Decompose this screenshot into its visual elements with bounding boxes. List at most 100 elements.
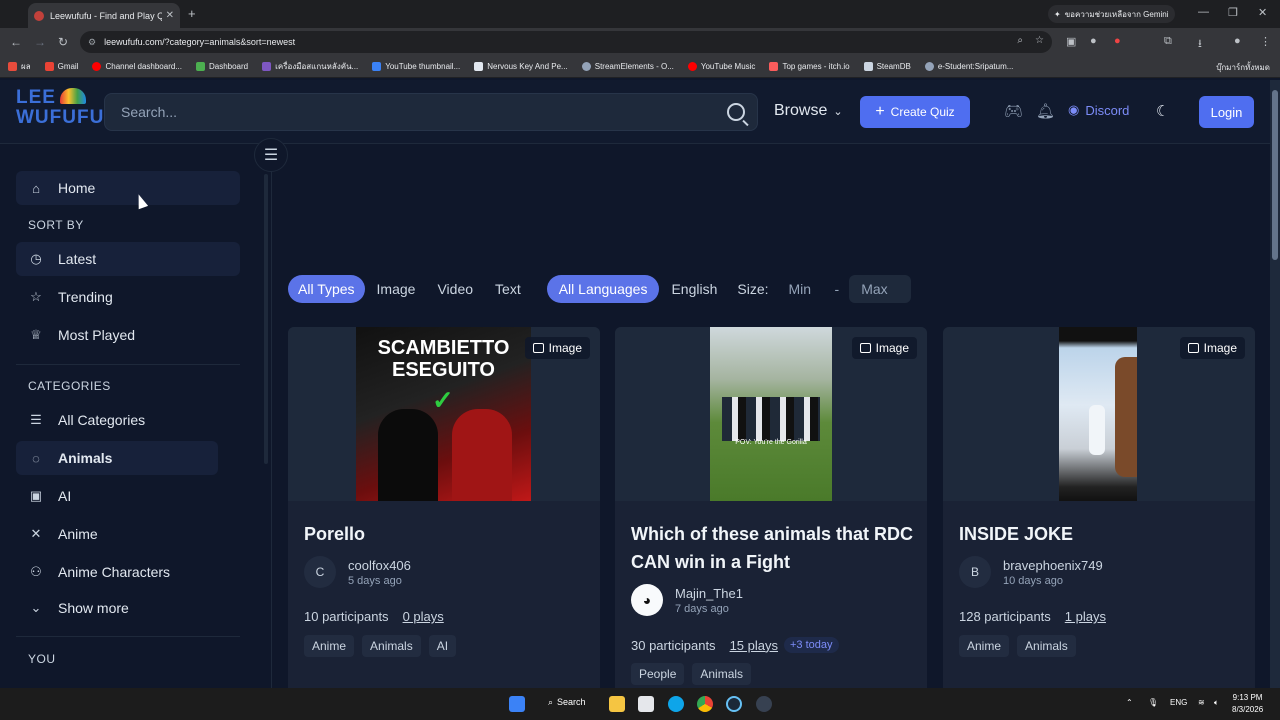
bookmark-item[interactable]: เครื่องมือสแกนหลังคัน...	[262, 60, 358, 73]
bell-icon[interactable]: 🔔︎	[1036, 102, 1055, 120]
browser-tab[interactable]: Leewufufu - Find and Play Qui... ✕	[28, 3, 180, 28]
sidebar-item-trending[interactable]: ☆ Trending	[16, 280, 240, 314]
zoom-icon[interactable]: ⌕	[1017, 35, 1023, 46]
extension-icon[interactable]: ●	[1114, 35, 1121, 47]
browse-dropdown[interactable]: Browse ⌄	[774, 102, 843, 120]
filter-image[interactable]: Image	[367, 275, 426, 303]
filter-video[interactable]: Video	[427, 275, 483, 303]
wifi-icon[interactable]: ≋	[1198, 698, 1205, 707]
sidebar-item-animals[interactable]: ◌ Animals	[16, 441, 218, 475]
site-info-icon[interactable]: ⚙	[88, 37, 96, 48]
quiz-card[interactable]: Image INSIDE JOKE B bravephoenix749 10 d…	[943, 327, 1255, 688]
plays-link[interactable]: 1 plays	[1065, 609, 1106, 624]
extension-icon[interactable]: ●	[1090, 35, 1097, 47]
bookmark-item[interactable]: SteamDB	[863, 62, 911, 71]
tag[interactable]: Animals	[692, 663, 752, 685]
store-icon[interactable]	[638, 696, 654, 712]
app-icon[interactable]	[756, 696, 772, 712]
tag[interactable]: Anime	[304, 635, 355, 657]
back-icon[interactable]: ←	[10, 35, 22, 49]
create-quiz-button[interactable]: + Create Quiz	[860, 96, 970, 128]
filter-text[interactable]: Text	[485, 275, 531, 303]
quiz-title[interactable]: INSIDE JOKE	[959, 520, 1244, 548]
moon-icon[interactable]: ☾	[1156, 102, 1169, 120]
tag[interactable]: AI	[428, 635, 457, 657]
edge-icon[interactable]	[668, 696, 684, 712]
language-indicator[interactable]: ENG	[1170, 698, 1187, 707]
forward-icon[interactable]: →	[34, 35, 46, 49]
microphone-icon[interactable]: 🎙︎	[1148, 698, 1158, 707]
quiz-author[interactable]: B bravephoenix749 10 days ago	[959, 556, 1103, 588]
page-scrollbar[interactable]	[1270, 80, 1280, 688]
bookmark-item[interactable]: ผล	[8, 60, 31, 73]
quiz-card[interactable]: POV: You're the Gorilla Image Which of t…	[615, 327, 927, 688]
tag[interactable]: Animals	[362, 635, 421, 657]
bookmark-item[interactable]: YouTube Music	[687, 62, 755, 71]
steam-icon[interactable]	[726, 696, 742, 712]
extension-icon[interactable]: ▣	[1066, 35, 1076, 48]
url-bar[interactable]: ⚙ leewufufu.com/?category=animals&sort=n…	[80, 31, 1052, 53]
tray-chevron-icon[interactable]: ⌃	[1126, 698, 1133, 707]
restore-icon[interactable]: ❐	[1228, 6, 1238, 19]
extensions-puzzle-icon[interactable]: ⧉	[1164, 35, 1172, 48]
gemini-button[interactable]: ✦ ขอความช่วยเหลือจาก Gemini	[1048, 5, 1175, 23]
download-icon[interactable]: ⭳	[1198, 35, 1202, 54]
quiz-thumbnail[interactable]: Image	[943, 327, 1255, 501]
sidebar-item-latest[interactable]: ◷ Latest	[16, 242, 240, 276]
volume-icon[interactable]: 🔈︎	[1214, 698, 1219, 708]
close-tab-icon[interactable]: ✕	[166, 10, 174, 21]
quiz-title[interactable]: Which of these animals that RDC CAN win …	[631, 520, 916, 576]
toggle-sidebar-button[interactable]: ☰	[254, 138, 288, 172]
tag[interactable]: Animals	[1017, 635, 1076, 657]
file-explorer-icon[interactable]	[609, 696, 625, 712]
search-icon[interactable]	[727, 103, 745, 121]
quiz-title[interactable]: Porello	[304, 520, 589, 548]
site-logo[interactable]: LEE WUFUFU	[16, 88, 103, 132]
bookmark-star-icon[interactable]: ☆	[1035, 35, 1044, 46]
bookmark-item[interactable]: YouTube thumbnail...	[372, 62, 460, 71]
show-more-button[interactable]: ⌄ Show more	[16, 591, 240, 625]
sidebar-item-ai[interactable]: ▣ AI	[16, 479, 240, 513]
gamepad-icon[interactable]: 🎮︎	[1004, 102, 1023, 120]
quiz-card[interactable]: SCAMBIETTO ESEGUITO ✓ Image Porello C co…	[288, 327, 600, 688]
start-icon[interactable]	[509, 696, 525, 712]
bookmark-item[interactable]: StreamElements - O...	[581, 62, 674, 71]
bookmark-item[interactable]: Channel dashboard...	[92, 62, 182, 71]
filter-all-types[interactable]: All Types	[288, 275, 365, 303]
taskbar-clock[interactable]: 9:13 PM 8/3/2026	[1232, 692, 1263, 716]
bookmark-item[interactable]: Nervous Key And Pe...	[474, 62, 568, 71]
quiz-thumbnail[interactable]: SCAMBIETTO ESEGUITO ✓ Image	[288, 327, 600, 501]
bookmark-item[interactable]: Gmail	[44, 62, 78, 71]
sidebar-item-anime-characters[interactable]: ⚇ Anime Characters	[16, 555, 240, 589]
chrome-icon[interactable]	[697, 696, 713, 712]
sidebar-item-anime[interactable]: ✕ Anime	[16, 517, 240, 551]
bookmark-item[interactable]: Top games - itch.io	[769, 62, 850, 71]
bookmark-item[interactable]: e-Student:Sripatum...	[924, 62, 1013, 71]
plays-link[interactable]: 15 plays	[730, 638, 778, 653]
scrollbar-thumb[interactable]	[1272, 90, 1278, 260]
quiz-author[interactable]: ◕ Majin_The1 7 days ago	[631, 584, 743, 616]
search-input[interactable]: Search...	[104, 93, 758, 131]
minimize-icon[interactable]: —	[1198, 6, 1209, 18]
reload-icon[interactable]: ↻	[58, 35, 68, 49]
tag[interactable]: People	[631, 663, 685, 685]
tag[interactable]: Anime	[959, 635, 1010, 657]
sidebar-scrollbar[interactable]	[264, 174, 268, 464]
new-tab-icon[interactable]: +	[188, 6, 196, 21]
browser-menu-icon[interactable]: ⋮	[1260, 35, 1271, 48]
taskbar-search[interactable]: ⌕ Search	[548, 697, 586, 708]
bookmark-item[interactable]: Dashboard	[195, 62, 248, 71]
login-button[interactable]: Login	[1199, 96, 1254, 128]
size-min-input[interactable]: Min	[777, 275, 839, 303]
quiz-thumbnail[interactable]: POV: You're the Gorilla Image	[615, 327, 927, 501]
sidebar-item-all-categories[interactable]: ☰ All Categories	[16, 403, 240, 437]
sidebar-item-home[interactable]: ⌂ Home	[16, 171, 240, 205]
filter-english[interactable]: English	[661, 275, 727, 303]
discord-link[interactable]: ◉ Discord	[1068, 102, 1129, 118]
sidebar-item-most-played[interactable]: ♕ Most Played	[16, 318, 240, 352]
plays-link[interactable]: 0 plays	[403, 609, 444, 624]
profile-avatar[interactable]: ●	[1234, 35, 1241, 47]
size-max-input[interactable]: Max	[849, 275, 912, 303]
all-bookmarks[interactable]: บุ๊กมาร์กทั้งหมด	[1216, 61, 1270, 74]
filter-all-languages[interactable]: All Languages	[546, 275, 660, 303]
